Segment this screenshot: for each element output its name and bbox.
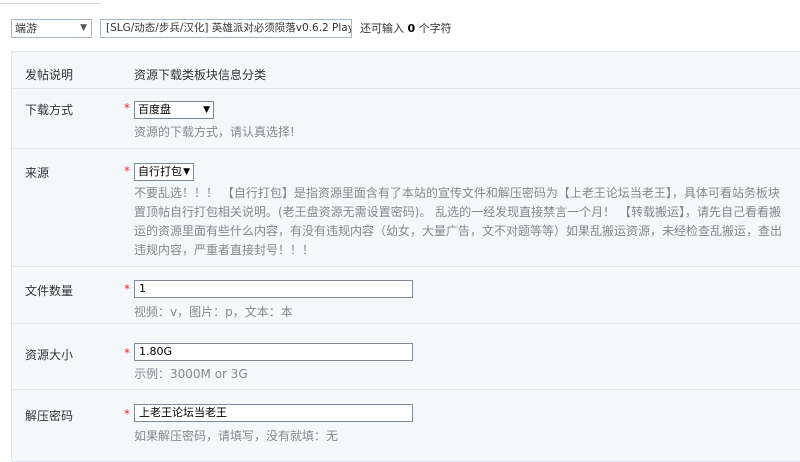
unzip-password-input[interactable]: 上老王论坛当老王: [134, 404, 413, 422]
post-form-panel: 发帖说明 资源下载类板块信息分类 下载方式 * 百度盘 ▼ 资源的下载方式，请认…: [11, 51, 800, 462]
title-input[interactable]: [SLG/动态/步兵/汉化] 英雄派对必须陨落v0.6.2 Playtest: [100, 19, 352, 38]
required-mark: *: [124, 346, 130, 360]
resource-size-hint: 示例：3000M or 3G: [134, 367, 248, 381]
row-download-method: 下载方式 * 百度盘 ▼ 资源的下载方式，请认真选择!: [12, 89, 800, 149]
source-value: 自行打包: [138, 165, 182, 178]
row-source: 来源 * 自行打包 ▼ 不要乱选！！！ 【自行打包】是指资源里面含有了本站的宣传…: [12, 149, 800, 267]
required-mark: *: [124, 101, 130, 115]
download-method-hint: 资源的下载方式，请认真选择!: [134, 125, 295, 139]
source-hint-line: 违规内容，严重者直接封号！！！: [134, 243, 315, 257]
remain-count: 0: [407, 22, 416, 35]
chevron-down-icon: ▼: [183, 167, 190, 177]
remain-prefix: 还可输入: [360, 22, 404, 35]
row-resource-size: 资源大小 * 1.80G 示例：3000M or 3G: [12, 324, 800, 390]
file-count-label: 文件数量: [25, 284, 74, 298]
chevron-down-icon: ▼: [203, 105, 210, 115]
remain-char-tip: 还可输入 0 个字符: [360, 19, 452, 38]
source-hint-line: 运的资源里面有些什么内容，有没有违规内容（幼女，大量广告，文不对题等等）如果乱搬…: [134, 224, 783, 238]
top-divider: [0, 3, 100, 4]
required-mark: *: [124, 407, 130, 421]
row-post-desc: 发帖说明 资源下载类板块信息分类: [12, 52, 800, 89]
required-mark: *: [124, 282, 130, 296]
source-hint-line: 置顶帖自行打包相关说明。(老王盘资源无需设置密码)。 乱选的一经发现直接禁言一个…: [134, 205, 781, 219]
remain-suffix: 个字符: [418, 22, 452, 35]
download-method-label: 下载方式: [25, 103, 74, 117]
row-file-count: 文件数量 * 1 视频：v，图片：p，文本：本: [12, 267, 800, 324]
source-select[interactable]: 自行打包 ▼: [134, 163, 194, 181]
row-unzip-password: 解压密码 * 上老王论坛当老王 如果解压密码，请填写，没有就填：无: [12, 390, 800, 462]
chevron-down-icon: ▼: [80, 23, 87, 33]
file-count-input[interactable]: 1: [134, 280, 413, 298]
file-count-hint: 视频：v，图片：p，文本：本: [134, 305, 293, 319]
required-mark: *: [124, 164, 130, 178]
source-hint-line: 不要乱选！！！ 【自行打包】是指资源里面含有了本站的宣传文件和解压密码为【上老王…: [134, 186, 780, 200]
post-desc-value: 资源下载类板块信息分类: [134, 68, 267, 82]
post-desc-label: 发帖说明: [25, 68, 74, 82]
source-label: 来源: [25, 166, 50, 180]
resource-size-input[interactable]: 1.80G: [134, 343, 413, 361]
unzip-password-hint: 如果解压密码，请填写，没有就填：无: [134, 429, 339, 443]
category-select[interactable]: 端游 ▼: [11, 19, 92, 38]
unzip-password-label: 解压密码: [25, 409, 74, 423]
category-select-value: 端游: [15, 22, 37, 35]
resource-size-label: 资源大小: [25, 348, 74, 362]
download-method-select[interactable]: 百度盘 ▼: [134, 101, 214, 119]
download-method-value: 百度盘: [138, 103, 171, 116]
